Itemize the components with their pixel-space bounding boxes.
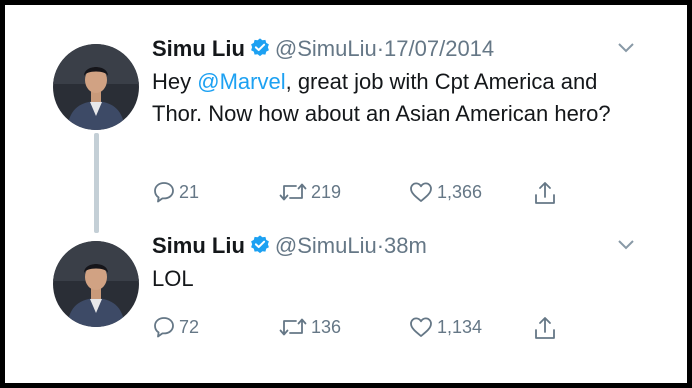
share-button[interactable] xyxy=(533,315,560,341)
tweet-text-before: Hey xyxy=(152,69,198,94)
tweet-2[interactable]: Simu Liu @SimuLiu·38m LOL 72 136 1,134 xyxy=(5,232,687,352)
like-button[interactable]: 1,134 xyxy=(408,315,482,339)
reply-count: 21 xyxy=(179,181,200,202)
like-count: 1,134 xyxy=(437,316,483,337)
share-icon xyxy=(533,180,560,206)
tweet-thread: Simu Liu @SimuLiu·17/07/2014 Hey @Marvel,… xyxy=(5,5,687,383)
like-count: 1,366 xyxy=(437,181,483,202)
tweet-text: Hey @Marvel, great job with Cpt America … xyxy=(152,66,622,130)
avatar[interactable] xyxy=(53,241,139,327)
share-button[interactable] xyxy=(533,180,560,206)
timestamp[interactable]: 38m xyxy=(384,233,427,258)
retweet-button[interactable]: 136 xyxy=(278,315,341,339)
reply-button[interactable]: 72 xyxy=(152,315,199,339)
mention-link[interactable]: @Marvel xyxy=(197,69,285,94)
display-name[interactable]: Simu Liu xyxy=(152,36,245,61)
chevron-down-icon[interactable] xyxy=(617,238,635,256)
verified-badge-icon xyxy=(249,37,271,66)
reply-count: 72 xyxy=(179,316,200,337)
tweet-header: Simu Liu @SimuLiu·38m xyxy=(152,232,427,263)
tweet-1[interactable]: Simu Liu @SimuLiu·17/07/2014 Hey @Marvel,… xyxy=(5,35,687,215)
separator-dot: · xyxy=(376,233,385,258)
tweet-actions: 72 136 1,134 xyxy=(152,315,572,341)
retweet-button[interactable]: 219 xyxy=(278,180,341,204)
share-icon xyxy=(533,315,560,341)
verified-badge-icon xyxy=(249,234,271,263)
handle[interactable]: @SimuLiu xyxy=(275,36,377,61)
timestamp[interactable]: 17/07/2014 xyxy=(384,36,494,61)
retweet-icon xyxy=(278,180,311,204)
tweet-text: LOL xyxy=(152,266,194,291)
retweet-count: 219 xyxy=(311,181,342,202)
display-name[interactable]: Simu Liu xyxy=(152,233,245,258)
separator-dot: · xyxy=(376,36,385,61)
tweet-actions: 21 219 1,366 xyxy=(152,180,572,206)
retweet-count: 136 xyxy=(311,316,342,337)
retweet-icon xyxy=(278,315,311,339)
handle[interactable]: @SimuLiu xyxy=(275,233,377,258)
chevron-down-icon[interactable] xyxy=(617,41,635,59)
reply-icon xyxy=(152,180,179,204)
tweet-header: Simu Liu @SimuLiu·17/07/2014 xyxy=(152,35,494,66)
reply-button[interactable]: 21 xyxy=(152,180,199,204)
avatar[interactable] xyxy=(53,44,139,130)
like-icon xyxy=(408,315,437,339)
like-button[interactable]: 1,366 xyxy=(408,180,482,204)
like-icon xyxy=(408,180,437,204)
reply-icon xyxy=(152,315,179,339)
